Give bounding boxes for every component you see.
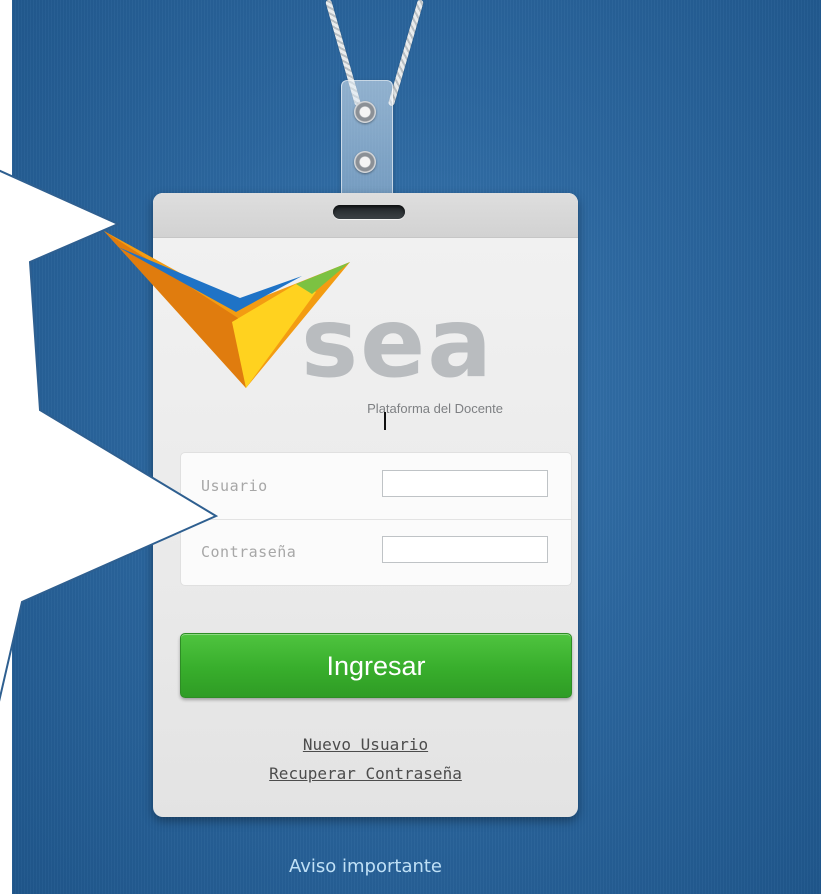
overlay-graphics	[0, 169, 350, 702]
callout-star-shape	[0, 169, 219, 702]
check-chevron-logo-icon	[104, 231, 350, 388]
